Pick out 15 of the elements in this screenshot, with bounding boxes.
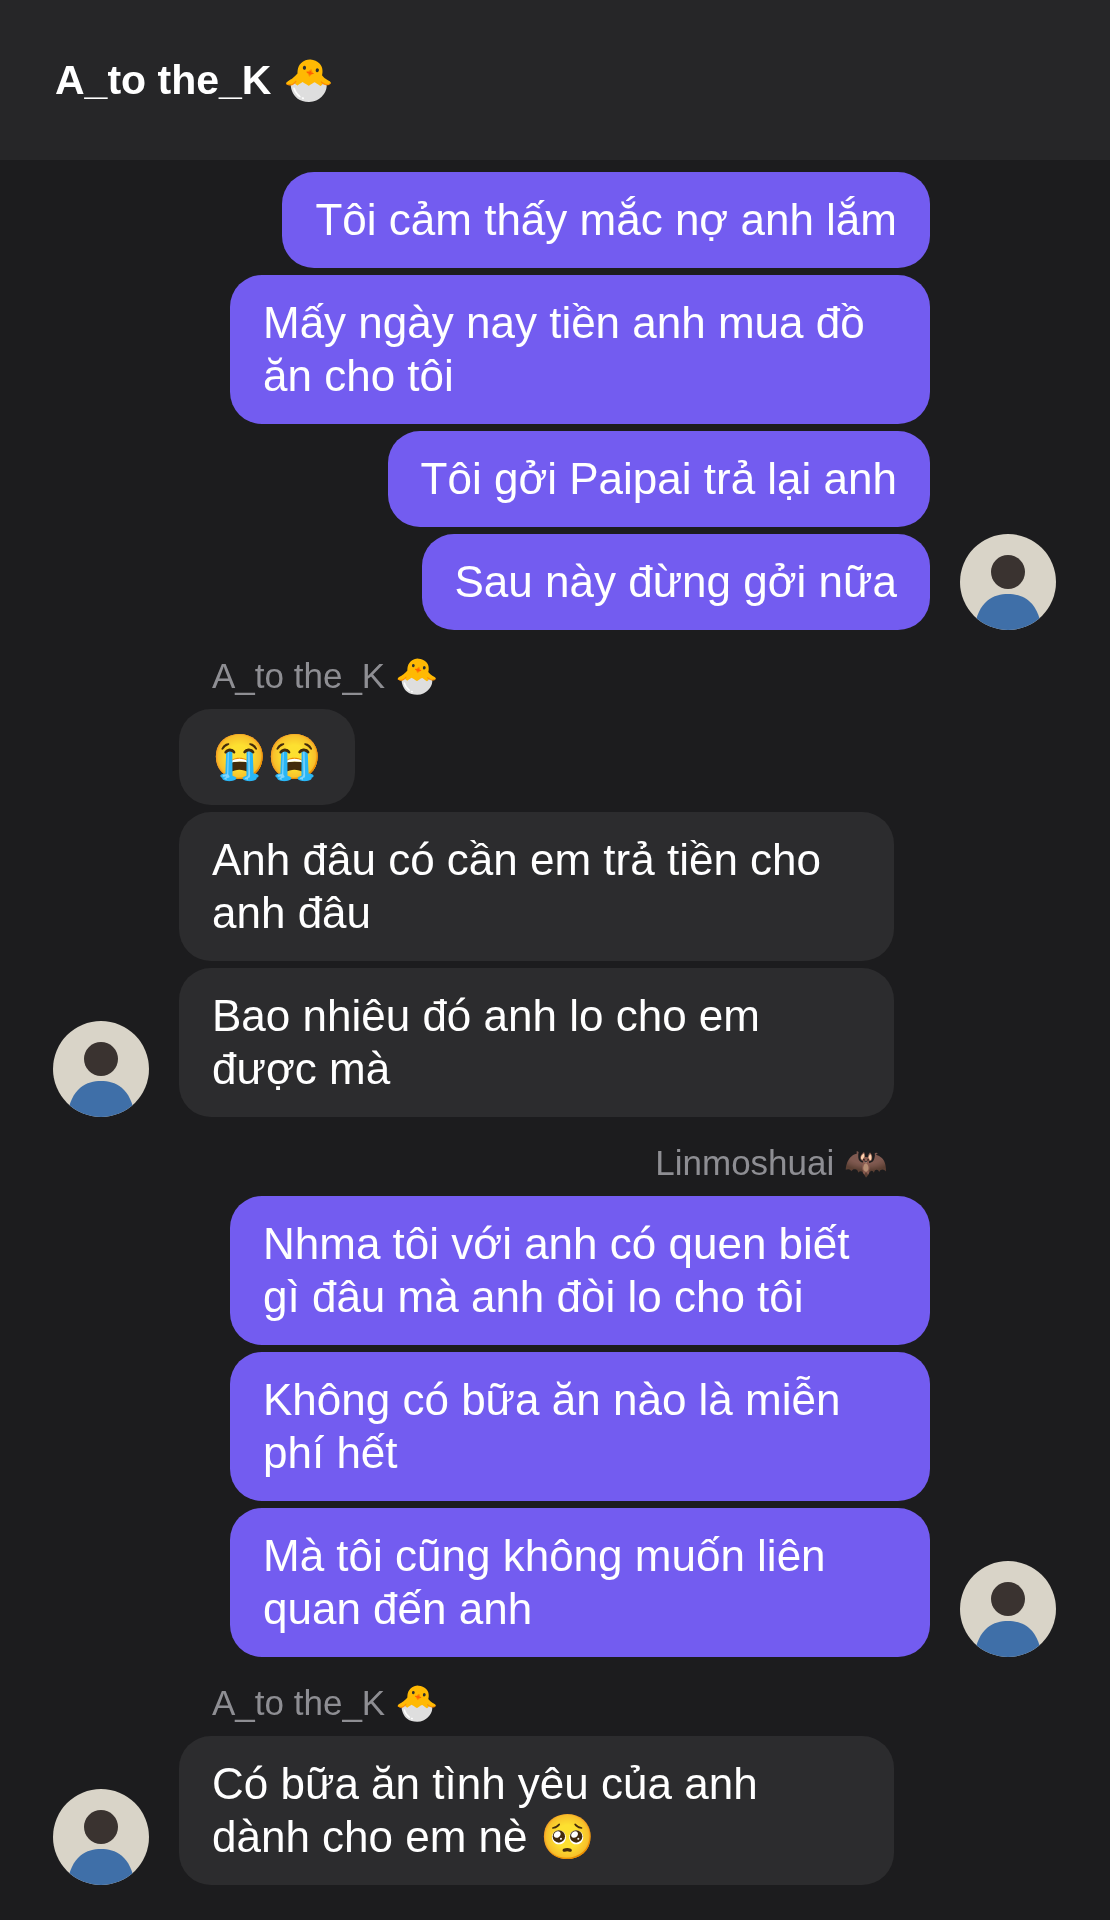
message-bubble: 😭😭 [179, 709, 355, 805]
message-bubble: Tôi gởi Paipai trả lại anh [387, 431, 930, 527]
message-bubble: Tôi cảm thấy mắc nợ anh lắm [282, 172, 930, 268]
message-bubble: Nhma tôi với anh có quen biết gì đâu mà anh đòi lo cho tôi [230, 1196, 930, 1345]
message-bubble: Anh đâu có cần em trả tiền cho anh đâu [179, 812, 894, 961]
message-bubble: Bao nhiêu đó anh lo cho em được mà [179, 968, 894, 1117]
message-bubble: Sau này đừng gởi nữa [421, 534, 930, 630]
message-bubble: Có bữa ăn tình yêu của anh dành cho em nè 🥺 [179, 1736, 894, 1885]
sender-name: Linmoshuai 🦇 [655, 1142, 889, 1184]
message-bubble: Mấy ngày nay tiền anh mua đồ ăn cho tôi [230, 275, 930, 424]
message-bubble: Không có bữa ăn nào là miễn phí hết [230, 1352, 930, 1501]
message-bubble: Mà tôi cũng không muốn liên quan đến anh [230, 1508, 930, 1657]
sender-name: A_to the_K 🐣 [211, 1682, 439, 1724]
chat-title: A_to the_K 🐣 [55, 56, 334, 104]
sender-name: A_to the_K 🐣 [211, 655, 439, 697]
